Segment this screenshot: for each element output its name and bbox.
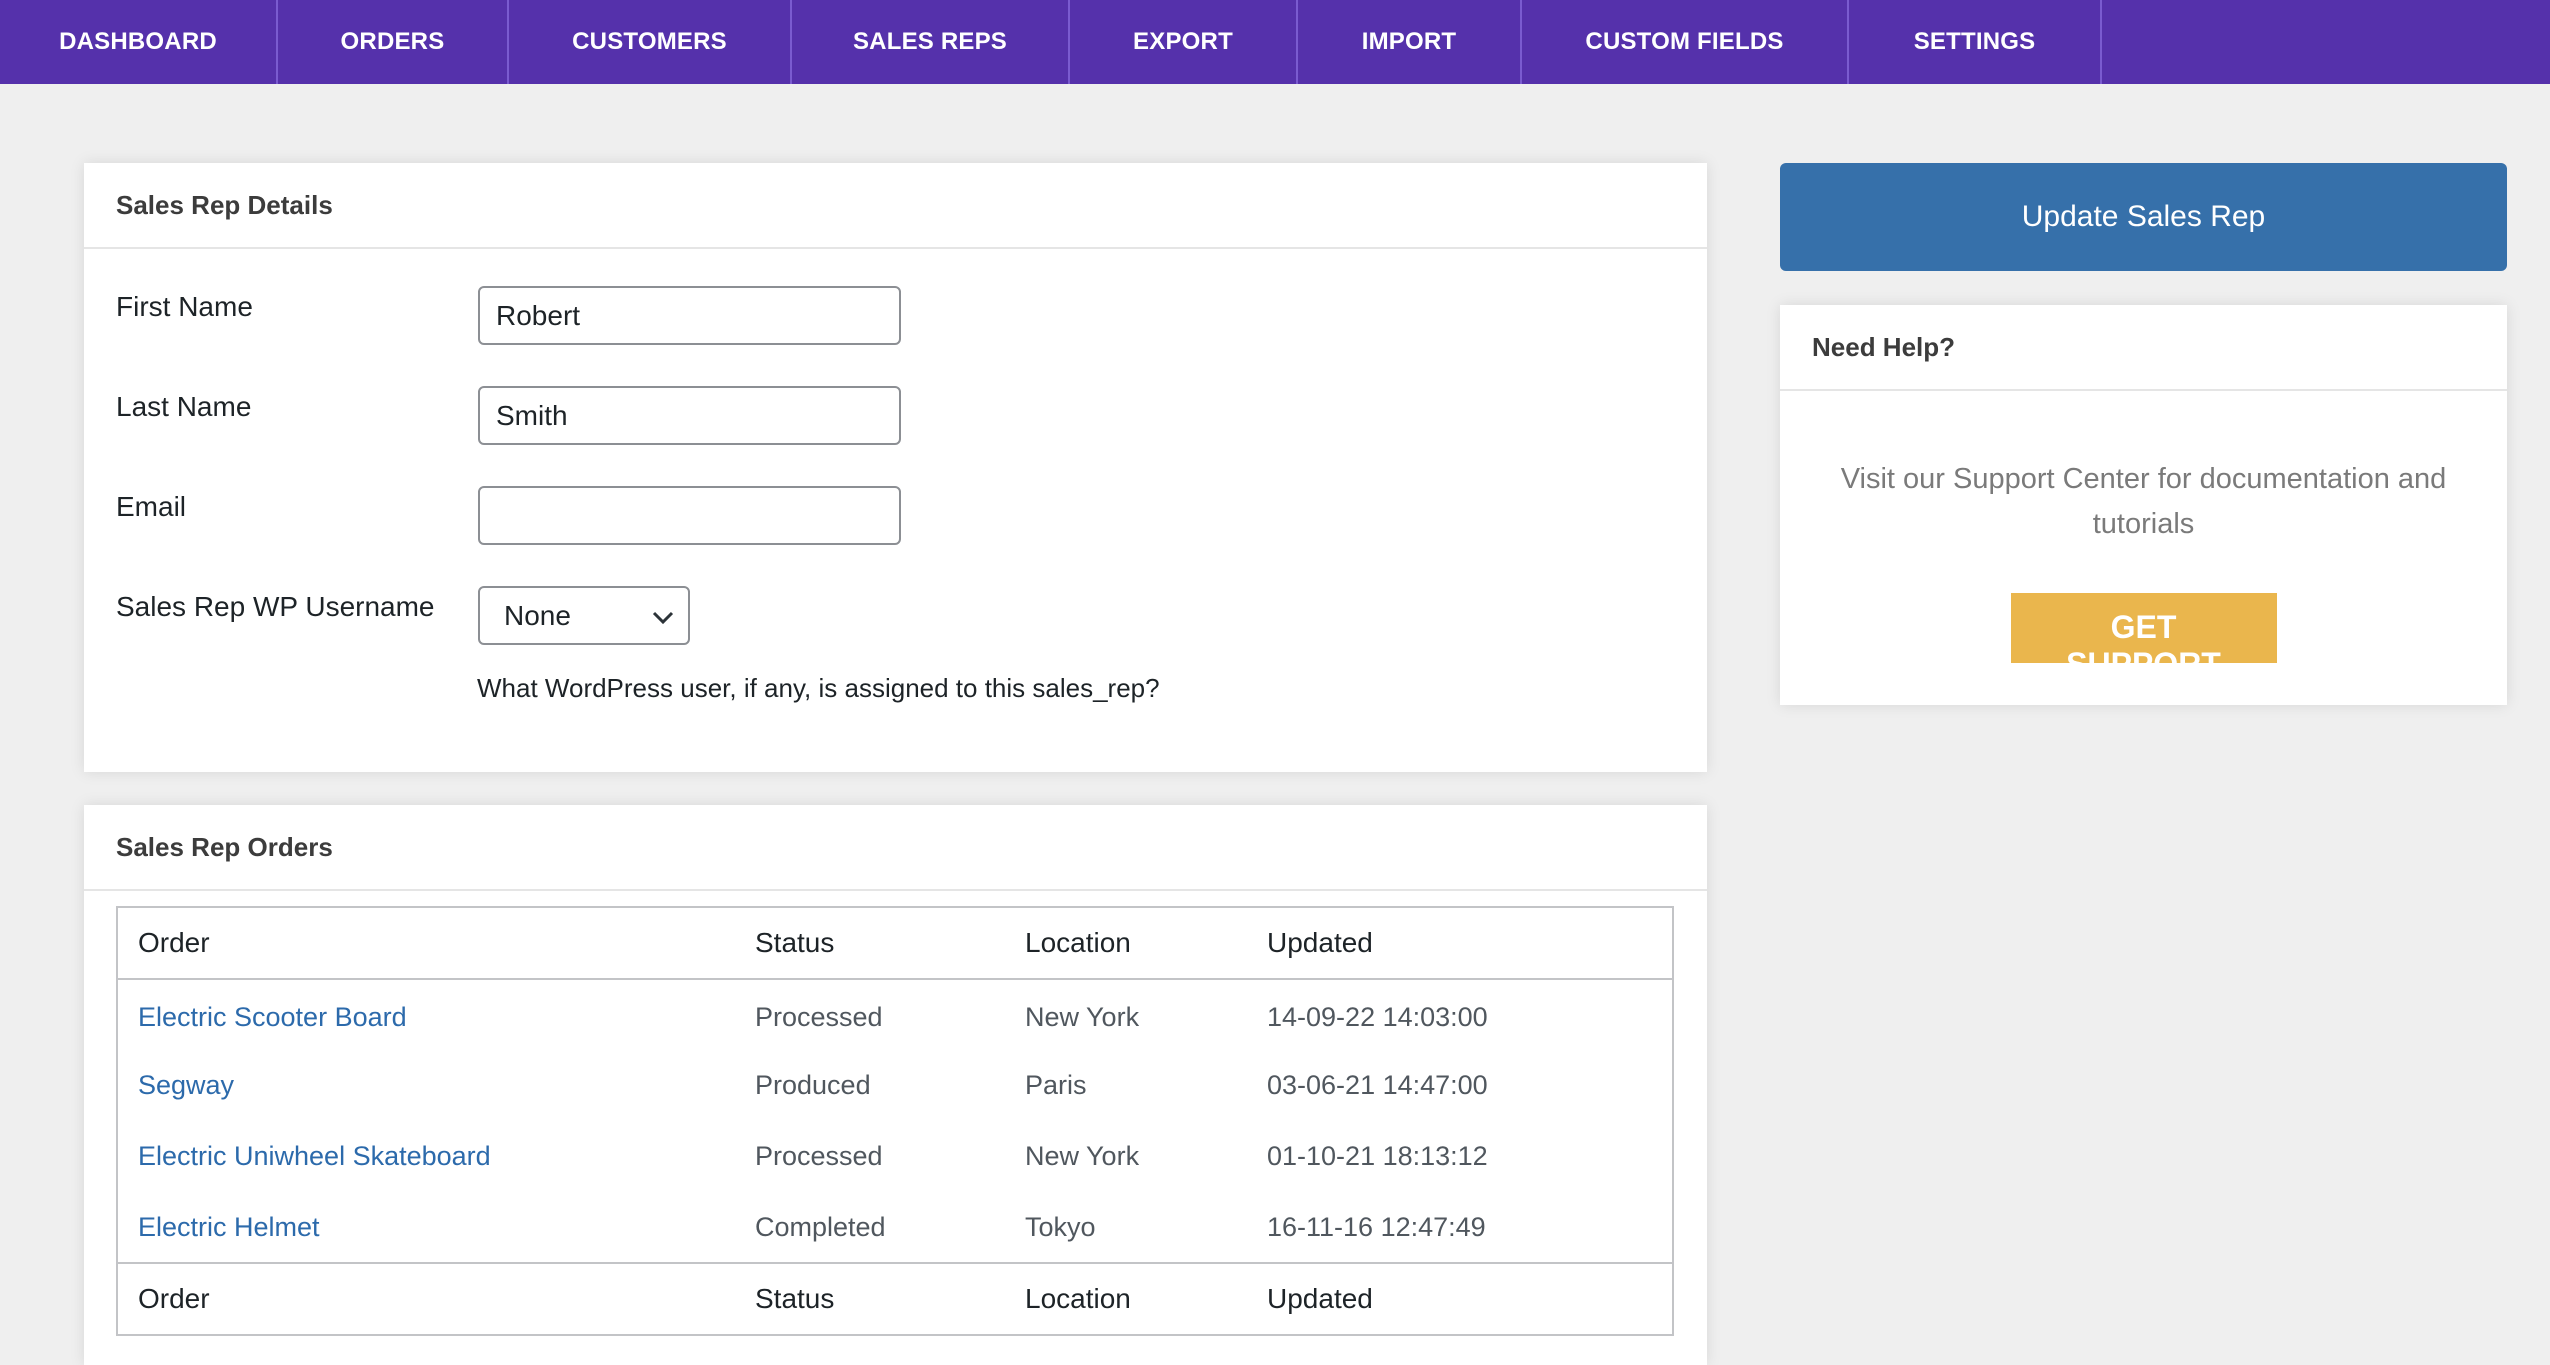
order-link[interactable]: Segway [138,1070,234,1100]
orders-table: Order Status Location Updated Electric S… [116,906,1674,1336]
details-panel-title: Sales Rep Details [84,163,1707,249]
orders-panel-title: Sales Rep Orders [84,805,1707,891]
table-row: Segway Produced Paris 03-06-21 14:47:00 [117,1050,1673,1121]
wp-username-selected-value: None [504,599,571,631]
column-header-updated[interactable]: Updated [1247,907,1673,979]
nav-item-export[interactable]: EXPORT [1070,0,1298,84]
email-label: Email [116,491,187,522]
column-header-order[interactable]: Order [117,907,735,979]
column-header-location[interactable]: Location [1005,907,1247,979]
order-updated: 03-06-21 14:47:00 [1267,1070,1488,1100]
order-updated: 01-10-21 18:13:12 [1267,1141,1488,1171]
need-help-panel: Need Help? Visit our Support Center for … [1780,305,2507,705]
support-description: Visit our Support Center for documentati… [1840,463,2447,540]
order-location: New York [1025,1141,1140,1171]
email-input[interactable] [478,486,901,545]
nav-item-import[interactable]: IMPORT [1298,0,1522,84]
order-status: Processed [755,1001,883,1032]
sales-rep-details-panel: Sales Rep Details First Name Last Name E… [84,163,1707,772]
need-help-title: Need Help? [1780,305,2507,391]
last-name-label: Last Name [116,391,252,422]
last-name-input[interactable] [478,386,901,445]
table-footer-row: Order Status Location Updated [117,1263,1673,1335]
nav-item-settings[interactable]: SETTINGS [1849,0,2102,84]
table-row: Electric Scooter Board Processed New Yor… [117,979,1673,1050]
order-link[interactable]: Electric Uniwheel Skateboard [138,1141,491,1171]
update-sales-rep-button[interactable]: Update Sales Rep [1780,163,2507,271]
wp-username-help-text: What WordPress user, if any, is assigned… [477,673,1160,703]
order-location: New York [1025,1001,1140,1032]
top-nav: DASHBOARD ORDERS CUSTOMERS SALES REPS EX… [0,0,2550,84]
wp-username-label: Sales Rep WP Username [116,591,435,622]
nav-item-orders[interactable]: ORDERS [278,0,509,84]
first-name-label: First Name [116,291,253,322]
order-updated: 16-11-16 12:47:49 [1267,1211,1486,1242]
first-name-input[interactable] [478,286,901,345]
table-row: Electric Uniwheel Skateboard Processed N… [117,1121,1673,1192]
get-support-button[interactable]: GET SUPPORT [2010,593,2277,682]
footer-header-order[interactable]: Order [117,1263,735,1335]
footer-header-status[interactable]: Status [735,1263,1005,1335]
order-location: Tokyo [1025,1211,1096,1242]
order-updated: 14-09-22 14:03:00 [1267,1001,1488,1032]
order-location: Paris [1025,1070,1087,1100]
sales-rep-orders-panel: Sales Rep Orders Order Status Location U… [84,805,1707,1365]
order-status: Processed [755,1141,883,1171]
table-row: Electric Helmet Completed Tokyo 16-11-16… [117,1192,1673,1263]
footer-header-updated[interactable]: Updated [1247,1263,1673,1335]
footer-header-location[interactable]: Location [1005,1263,1247,1335]
nav-item-sales-reps[interactable]: SALES REPS [792,0,1070,84]
nav-item-dashboard[interactable]: DASHBOARD [0,0,278,84]
table-header-row: Order Status Location Updated [117,907,1673,979]
nav-item-customers[interactable]: CUSTOMERS [509,0,792,84]
order-link[interactable]: Electric Scooter Board [138,1002,407,1032]
order-link[interactable]: Electric Helmet [138,1212,320,1242]
order-status: Produced [755,1070,871,1100]
column-header-status[interactable]: Status [735,907,1005,979]
nav-item-custom-fields[interactable]: CUSTOM FIELDS [1522,0,1849,84]
chevron-down-icon [652,600,674,632]
wp-username-select[interactable]: None [478,586,690,645]
order-status: Completed [755,1211,886,1242]
